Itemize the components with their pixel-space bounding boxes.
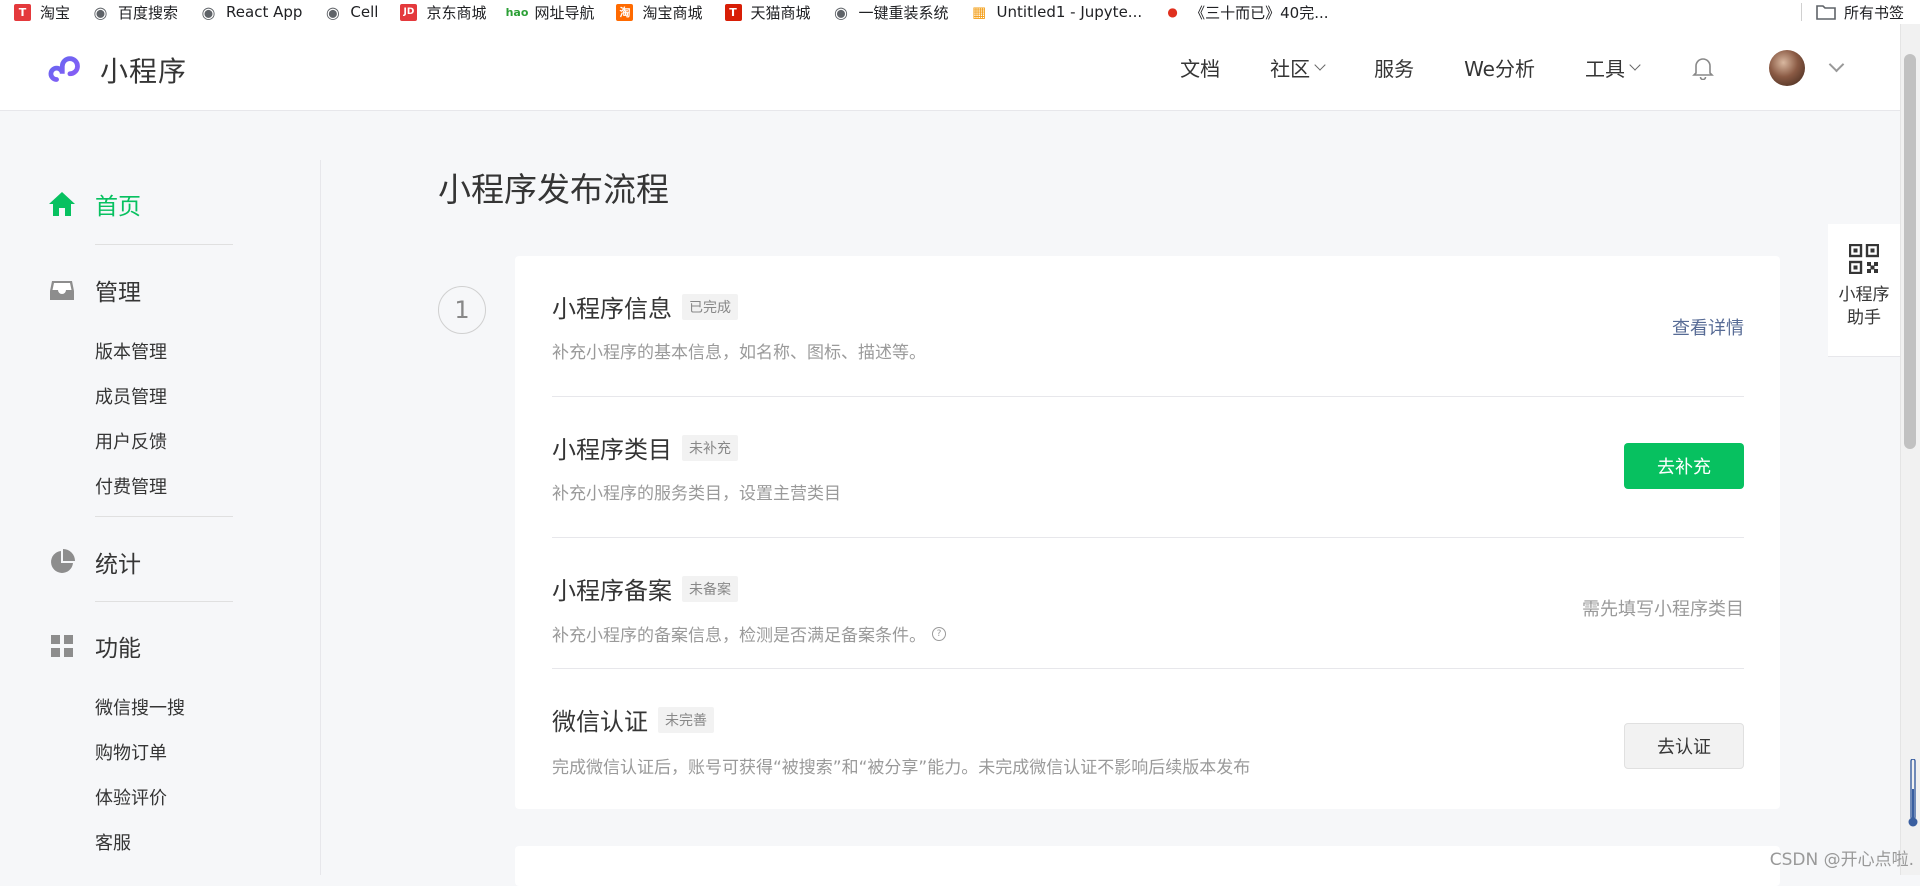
view-details-link[interactable]: 查看详情 xyxy=(1672,314,1744,340)
row-title: 微信认证 未完善 xyxy=(552,702,714,737)
nav-analytics[interactable]: We分析 xyxy=(1464,53,1535,82)
video-icon: ● xyxy=(1167,5,1178,19)
sidebar-item-members[interactable]: 成员管理 xyxy=(95,383,167,409)
status-badge: 已完成 xyxy=(682,293,738,320)
page-scrollbar[interactable] xyxy=(1900,24,1920,875)
bookmark-react-app[interactable]: ◉ React App xyxy=(200,2,303,22)
inbox-icon xyxy=(48,276,76,304)
chevron-down-icon xyxy=(1314,59,1326,71)
status-badge: 未备案 xyxy=(682,575,738,602)
chevron-down-icon[interactable] xyxy=(1828,56,1845,73)
sidebar-item-stats[interactable]: 统计 xyxy=(48,545,141,579)
step-row-category: 小程序类目 未补充 补充小程序的服务类目，设置主营类目 去补充 xyxy=(552,396,1744,538)
nav-tools[interactable]: 工具 xyxy=(1585,53,1641,82)
row-desc: 补充小程序的服务类目，设置主营类目 xyxy=(552,484,841,504)
sidebar-divider xyxy=(95,601,233,602)
step-row-info: 小程序信息 已完成 补充小程序的基本信息，如名称、图标、描述等。 查看详情 xyxy=(552,256,1744,397)
row-title: 小程序信息 已完成 xyxy=(552,289,738,324)
folder-icon xyxy=(1816,5,1836,20)
nav-docs[interactable]: 文档 xyxy=(1180,53,1220,82)
page-title: 小程序发布流程 xyxy=(438,170,669,209)
sidebar-item-payment[interactable]: 付费管理 xyxy=(95,473,167,499)
watermark: CSDN @开心点啦. xyxy=(1769,850,1914,870)
sidebar: 首页 管理 版本管理 成员管理 用户反馈 付费管理 统计 功能 微信搜一搜 购物… xyxy=(0,111,320,875)
step-row-verify: 微信认证 未完善 完成微信认证后，账号可获得“被搜索”和“被分享”能力。未完成微… xyxy=(552,668,1744,809)
status-badge: 未补充 xyxy=(682,434,738,461)
sidebar-item-orders[interactable]: 购物订单 xyxy=(95,739,167,765)
logo[interactable]: 小程序 xyxy=(48,50,187,90)
pie-chart-icon xyxy=(48,548,76,576)
all-bookmarks[interactable]: 所有书签 xyxy=(1800,0,1904,24)
avatar[interactable] xyxy=(1769,49,1805,86)
next-card xyxy=(515,846,1780,886)
step-number: 1 xyxy=(438,286,486,334)
publish-steps-card: 小程序信息 已完成 补充小程序的基本信息，如名称、图标、描述等。 查看详情 小程… xyxy=(515,256,1780,809)
top-nav: 文档 社区 服务 We分析 工具 xyxy=(1130,24,1900,111)
scrollbar-thumb[interactable] xyxy=(1904,54,1916,449)
verify-button[interactable]: 去认证 xyxy=(1624,723,1744,769)
jupyter-icon: ▦ xyxy=(971,3,987,21)
bookmark-baidu[interactable]: ◉ 百度搜索 xyxy=(92,2,179,23)
nav-service[interactable]: 服务 xyxy=(1374,53,1414,82)
row-desc: 补充小程序的备案信息，检测是否满足备案条件。 ? xyxy=(552,621,946,646)
bell-icon xyxy=(1692,57,1714,80)
step-row-filing: 小程序备案 未备案 补充小程序的备案信息，检测是否满足备案条件。 ? 需先填写小… xyxy=(552,537,1744,669)
bookmark-jd[interactable]: JD 京东商城 xyxy=(400,2,486,23)
globe-icon: ◉ xyxy=(325,2,340,22)
grid-icon xyxy=(48,632,76,660)
bookmark-jupyter[interactable]: ▦ Untitled1 - Jupyte... xyxy=(971,3,1142,21)
home-icon xyxy=(48,190,76,218)
nav-community[interactable]: 社区 xyxy=(1270,53,1326,82)
hao-icon: hao xyxy=(505,5,529,19)
miniprogram-logo-icon xyxy=(48,56,80,82)
globe-icon: ◉ xyxy=(93,2,108,22)
row-desc: 补充小程序的基本信息，如名称、图标、描述等。 xyxy=(552,343,926,363)
miniprogram-assistant[interactable]: 小程序助手 xyxy=(1828,224,1900,357)
sidebar-divider xyxy=(95,244,233,245)
help-icon[interactable]: ? xyxy=(932,626,946,641)
row-desc: 完成微信认证后，账号可获得“被搜索”和“被分享”能力。未完成微信认证不影响后续版… xyxy=(552,758,1251,778)
sidebar-divider xyxy=(95,516,233,517)
sidebar-item-support[interactable]: 客服 xyxy=(95,829,131,855)
taobao-t-icon: T xyxy=(14,3,31,21)
status-badge: 未完善 xyxy=(658,706,714,733)
assistant-label: 小程序助手 xyxy=(1838,285,1890,328)
sidebar-item-version[interactable]: 版本管理 xyxy=(95,338,167,364)
sidebar-item-features[interactable]: 功能 xyxy=(48,629,141,663)
notification-bell[interactable] xyxy=(1689,54,1717,82)
bookmarks-separator xyxy=(1800,3,1802,21)
thermometer-icon xyxy=(1908,759,1918,827)
bookmark-hao[interactable]: hao 网址导航 xyxy=(505,2,595,23)
row-title: 小程序类目 未补充 xyxy=(552,430,738,465)
chevron-down-icon xyxy=(1629,59,1641,71)
row-title: 小程序备案 未备案 xyxy=(552,571,738,606)
sidebar-item-search[interactable]: 微信搜一搜 xyxy=(95,694,185,720)
fill-category-button[interactable]: 去补充 xyxy=(1624,443,1744,489)
sidebar-item-home[interactable]: 首页 xyxy=(48,187,141,221)
qr-code-icon xyxy=(1849,244,1879,274)
sidebar-item-manage[interactable]: 管理 xyxy=(48,273,141,307)
filing-hint: 需先填写小程序类目 xyxy=(1582,599,1744,620)
bookmark-tmall[interactable]: T 天猫商城 xyxy=(724,2,811,23)
globe-icon: ◉ xyxy=(201,2,216,22)
jd-icon: JD xyxy=(400,3,418,21)
top-header: 小程序 文档 社区 服务 We分析 工具 xyxy=(0,24,1900,111)
taobao-mall-icon: 淘 xyxy=(616,3,634,21)
bookmark-taobao[interactable]: T 淘宝 xyxy=(14,2,70,23)
bookmarks-bar: T 淘宝 ◉ 百度搜索 ◉ React App ◉ Cell JD 京东商城 h… xyxy=(0,0,1920,24)
sidebar-border xyxy=(320,160,321,875)
globe-icon: ◉ xyxy=(834,2,848,22)
sidebar-item-review[interactable]: 体验评价 xyxy=(95,784,167,810)
logo-text: 小程序 xyxy=(100,55,188,88)
bookmark-cell[interactable]: ◉ Cell xyxy=(324,2,379,22)
bookmark-video[interactable]: ● 《三十而已》40完... xyxy=(1164,2,1328,23)
tmall-icon: T xyxy=(724,3,742,21)
bookmark-reinstall[interactable]: ◉ 一键重装系统 xyxy=(833,2,949,23)
bookmark-taobao-mall[interactable]: 淘 淘宝商城 xyxy=(616,2,703,23)
sidebar-item-feedback[interactable]: 用户反馈 xyxy=(95,428,167,454)
